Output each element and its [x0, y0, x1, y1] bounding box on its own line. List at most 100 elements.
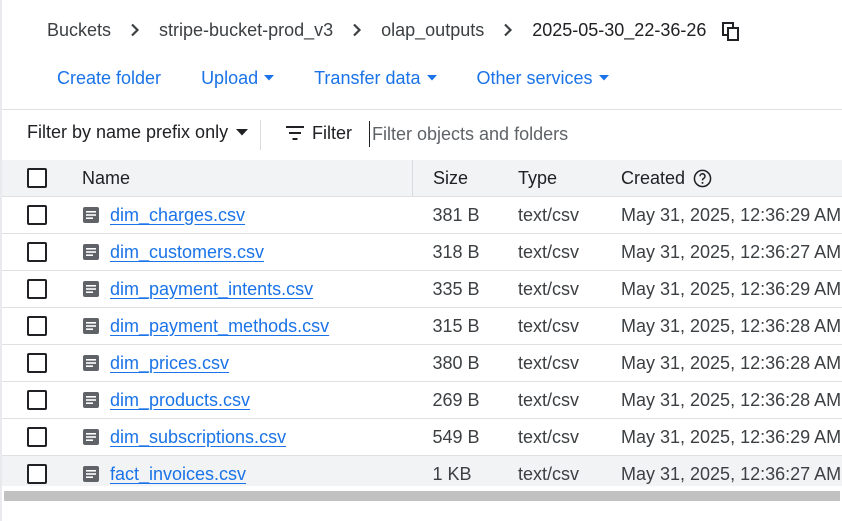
name-cell: dim_products.csv [82, 381, 413, 419]
row-checkbox[interactable] [27, 464, 47, 484]
created-cell: May 31, 2025, 12:36:29 AM [621, 196, 842, 234]
upload-label: Upload [201, 67, 259, 88]
file-icon [82, 243, 100, 261]
file-icon [82, 280, 100, 298]
row-checkbox[interactable] [27, 205, 47, 225]
size-cell: 335 B [412, 270, 518, 308]
created-cell: May 31, 2025, 12:36:28 AM [621, 307, 842, 345]
name-cell: dim_payment_methods.csv [82, 307, 413, 345]
divider [260, 120, 261, 150]
table-row[interactable]: dim_payment_methods.csv 315 Btext/csv May … [2, 307, 842, 345]
table-row[interactable]: dim_customers.csv 318 Btext/csv May 31, 20… [2, 233, 842, 271]
name-cell: dim_charges.csv [82, 196, 413, 234]
select-all-checkbox[interactable] [27, 168, 47, 188]
filter-input[interactable] [369, 121, 812, 147]
breadcrumb: Buckets stripe-bucket-prod_v3 olap_outpu… [47, 16, 740, 44]
size-cell: 381 B [412, 196, 518, 234]
created-cell: May 31, 2025, 12:36:28 AM [621, 381, 842, 419]
row-checkbox-cell [2, 344, 82, 382]
type-cell: text/csv [518, 233, 621, 271]
column-header-name[interactable]: Name [82, 160, 413, 197]
upload-button[interactable]: Upload [201, 67, 275, 89]
chevron-right-icon [484, 23, 532, 37]
row-checkbox-cell [2, 418, 82, 456]
chevron-right-icon [333, 23, 381, 37]
table-row[interactable]: dim_charges.csv 381 Btext/csv May 31, 2025… [2, 196, 842, 234]
file-name-link[interactable]: dim_prices.csv [110, 353, 229, 374]
size-cell: 269 B [412, 381, 518, 419]
size-cell: 318 B [412, 233, 518, 271]
horizontal-scrollbar[interactable] [2, 486, 842, 506]
size-cell: 315 B [412, 307, 518, 345]
created-cell: May 31, 2025, 12:36:28 AM [621, 344, 842, 382]
size-cell: 380 B [412, 344, 518, 382]
arrow-drop-down-icon [426, 75, 437, 81]
chevron-right-icon [111, 23, 159, 37]
type-cell: text/csv [518, 196, 621, 234]
table-row[interactable]: dim_products.csv 269 Btext/csv May 31, 202… [2, 381, 842, 419]
row-checkbox-cell [2, 307, 82, 345]
create-folder-label: Create folder [57, 67, 162, 88]
file-name-link[interactable]: dim_payment_methods.csv [110, 316, 329, 337]
row-checkbox[interactable] [27, 242, 47, 262]
column-header-created-label: Created [621, 167, 686, 188]
row-checkbox-cell [2, 270, 82, 308]
row-checkbox[interactable] [27, 353, 47, 373]
objects-table: Name Size Type Created dim_charges.csv 38… [2, 160, 842, 493]
row-checkbox[interactable] [27, 316, 47, 336]
file-name-link[interactable]: dim_subscriptions.csv [110, 427, 286, 448]
type-cell: text/csv [518, 418, 621, 456]
help-icon[interactable] [693, 169, 712, 188]
copy-icon[interactable] [722, 22, 740, 42]
column-header-size[interactable]: Size [412, 160, 518, 197]
arrow-drop-down-icon [598, 75, 609, 81]
type-cell: text/csv [518, 307, 621, 345]
created-cell: May 31, 2025, 12:36:29 AM [621, 270, 842, 308]
breadcrumb-folder[interactable]: olap_outputs [381, 20, 484, 41]
created-cell: May 31, 2025, 12:36:29 AM [621, 418, 842, 456]
breadcrumb-current: 2025-05-30_22-36-26 [532, 19, 707, 40]
breadcrumb-bucket[interactable]: stripe-bucket-prod_v3 [159, 20, 333, 41]
filter-prefix-label: Filter by name prefix only [27, 122, 229, 142]
table-row[interactable]: dim_prices.csv 380 Btext/csv May 31, 2025,… [2, 344, 842, 382]
header-checkbox-cell [2, 160, 82, 197]
scrollbar-thumb[interactable] [4, 491, 840, 501]
file-icon [82, 391, 100, 409]
row-checkbox[interactable] [27, 427, 47, 447]
name-cell: dim_subscriptions.csv [82, 418, 413, 456]
file-name-link[interactable]: dim_products.csv [110, 390, 250, 411]
filter-prefix-dropdown[interactable]: Filter by name prefix only [27, 122, 249, 143]
type-cell: text/csv [518, 381, 621, 419]
row-checkbox[interactable] [27, 279, 47, 299]
column-header-created[interactable]: Created [621, 160, 842, 197]
arrow-drop-down-icon [236, 129, 249, 136]
file-icon [82, 428, 100, 446]
table-header-row: Name Size Type Created [2, 160, 842, 197]
other-services-label: Other services [476, 67, 593, 88]
file-icon [82, 317, 100, 335]
file-icon [82, 206, 100, 224]
transfer-data-button[interactable]: Transfer data [314, 67, 437, 89]
row-checkbox-cell [2, 233, 82, 271]
breadcrumb-buckets[interactable]: Buckets [47, 20, 111, 41]
row-checkbox[interactable] [27, 390, 47, 410]
file-name-link[interactable]: fact_invoices.csv [110, 464, 246, 485]
action-bar: Create folder Upload Transfer data Other… [57, 64, 609, 92]
filter-label: Filter [312, 123, 352, 143]
table-row[interactable]: dim_subscriptions.csv 549 Btext/csv May 31… [2, 418, 842, 456]
type-cell: text/csv [518, 270, 621, 308]
table-row[interactable]: dim_payment_intents.csv 335 Btext/csv May … [2, 270, 842, 308]
other-services-button[interactable]: Other services [477, 68, 609, 89]
arrow-drop-down-icon [264, 75, 275, 81]
filter-bar: Filter by name prefix only Filter [0, 110, 842, 160]
transfer-data-label: Transfer data [314, 67, 421, 88]
row-checkbox-cell [2, 196, 82, 234]
create-folder-button[interactable]: Create folder [57, 68, 161, 89]
file-name-link[interactable]: dim_payment_intents.csv [110, 279, 313, 300]
file-name-link[interactable]: dim_customers.csv [110, 242, 264, 263]
file-icon [82, 465, 100, 483]
type-cell: text/csv [518, 344, 621, 382]
file-name-link[interactable]: dim_charges.csv [110, 205, 245, 226]
column-header-type[interactable]: Type [518, 160, 621, 197]
name-cell: dim_customers.csv [82, 233, 413, 271]
